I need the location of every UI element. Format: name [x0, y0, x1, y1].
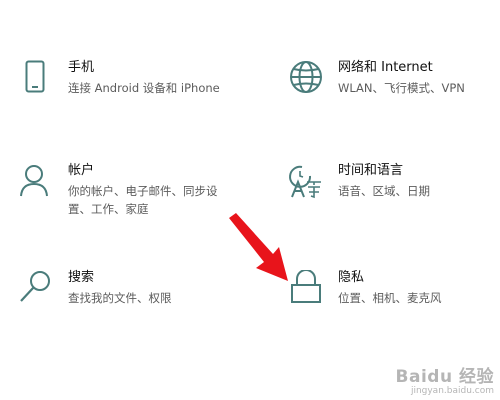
- settings-tile-description: 连接 Android 设备和 iPhone: [68, 81, 220, 95]
- settings-tile-description: WLAN、飞行模式、VPN: [338, 81, 465, 95]
- settings-tile-time-language[interactable]: 时间和语言 语音、区域、日期: [288, 163, 430, 200]
- lock-icon: [291, 270, 321, 303]
- settings-tile-accounts[interactable]: 帐户 你的帐户、电子邮件、同步设置、工作、家庭: [18, 163, 230, 218]
- settings-tile-privacy[interactable]: 隐私 位置、相机、麦克风: [288, 270, 442, 307]
- settings-tile-description: 语音、区域、日期: [338, 184, 430, 198]
- settings-tile-description: 你的帐户、电子邮件、同步设置、工作、家庭: [68, 184, 218, 216]
- settings-tile-phone[interactable]: 手机 连接 Android 设备和 iPhone: [18, 60, 220, 97]
- time-language-icon: [289, 165, 321, 199]
- settings-tile-network[interactable]: 网络和 Internet WLAN、飞行模式、VPN: [288, 60, 465, 97]
- globe-icon: [290, 61, 322, 93]
- settings-tile-title: 搜索: [68, 270, 95, 285]
- watermark: Baidu 经验 jingyan.baidu.com: [396, 368, 494, 396]
- settings-tile-title: 时间和语言: [338, 163, 404, 178]
- annotation-arrow-shape: [229, 213, 288, 281]
- search-icon: [20, 271, 50, 302]
- phone-icon: [25, 60, 45, 93]
- settings-tile-title: 帐户: [68, 163, 95, 178]
- settings-tile-description: 查找我的文件、权限: [68, 291, 172, 305]
- settings-tile-title: 隐私: [338, 270, 365, 285]
- settings-tile-title: 网络和 Internet: [338, 60, 433, 75]
- watermark-logo: Baidu 经验: [395, 367, 494, 387]
- watermark-url: jingyan.baidu.com: [410, 386, 494, 396]
- settings-tile-title: 手机: [68, 60, 95, 75]
- person-icon: [20, 165, 48, 197]
- settings-tile-description: 位置、相机、麦克风: [338, 291, 442, 305]
- settings-tile-search[interactable]: 搜索 查找我的文件、权限: [18, 270, 172, 307]
